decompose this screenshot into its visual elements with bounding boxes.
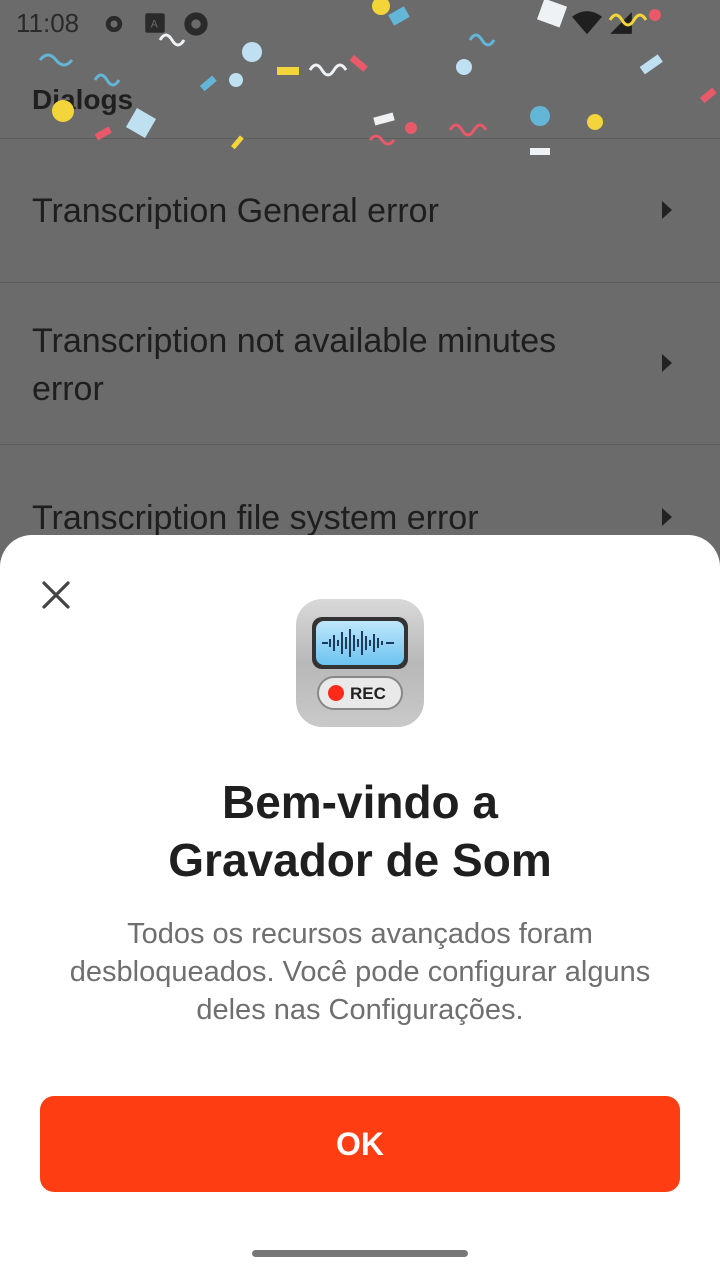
home-indicator[interactable] — [252, 1250, 468, 1257]
chevron-right-icon — [662, 354, 672, 372]
dialog-title-line2: Gravador de Som — [168, 834, 552, 886]
ok-button[interactable]: OK — [40, 1096, 680, 1192]
svg-text:A: A — [151, 18, 159, 30]
wifi-icon — [572, 11, 602, 35]
keyboard-a-icon: A — [145, 13, 165, 33]
dialog-title-line1: Bem-vindo a — [221, 776, 499, 828]
gear-icon — [105, 15, 123, 33]
list-item-label: Transcription General error — [32, 192, 439, 230]
list-item[interactable]: Transcription General error — [0, 139, 720, 283]
close-icon — [42, 581, 70, 609]
signal-icon — [610, 12, 632, 34]
dialog-description: Todos os recursos avançados foram desblo… — [69, 918, 651, 1026]
welcome-bottom-sheet: REC Bem-vindo a Gravador de Som Todos os… — [0, 535, 720, 1280]
chevron-right-icon — [662, 508, 672, 526]
status-bar: 11:08 A — [0, 0, 720, 48]
close-button[interactable] — [32, 571, 80, 619]
list-item-label: Transcription not available minutes erro… — [32, 322, 557, 408]
app-bar: Dialogs — [0, 48, 720, 139]
chevron-right-icon — [662, 201, 672, 219]
rec-label: REC — [350, 684, 386, 703]
dialog-title: Bem-vindo a Gravador de Som — [60, 773, 660, 889]
page-title: Dialogs — [32, 84, 134, 115]
sound-recorder-app-icon: REC — [296, 599, 424, 727]
camera-shutter-icon — [184, 12, 208, 36]
status-time: 11:08 — [16, 8, 80, 38]
list-item[interactable]: Transcription not available minutes erro… — [0, 283, 720, 445]
